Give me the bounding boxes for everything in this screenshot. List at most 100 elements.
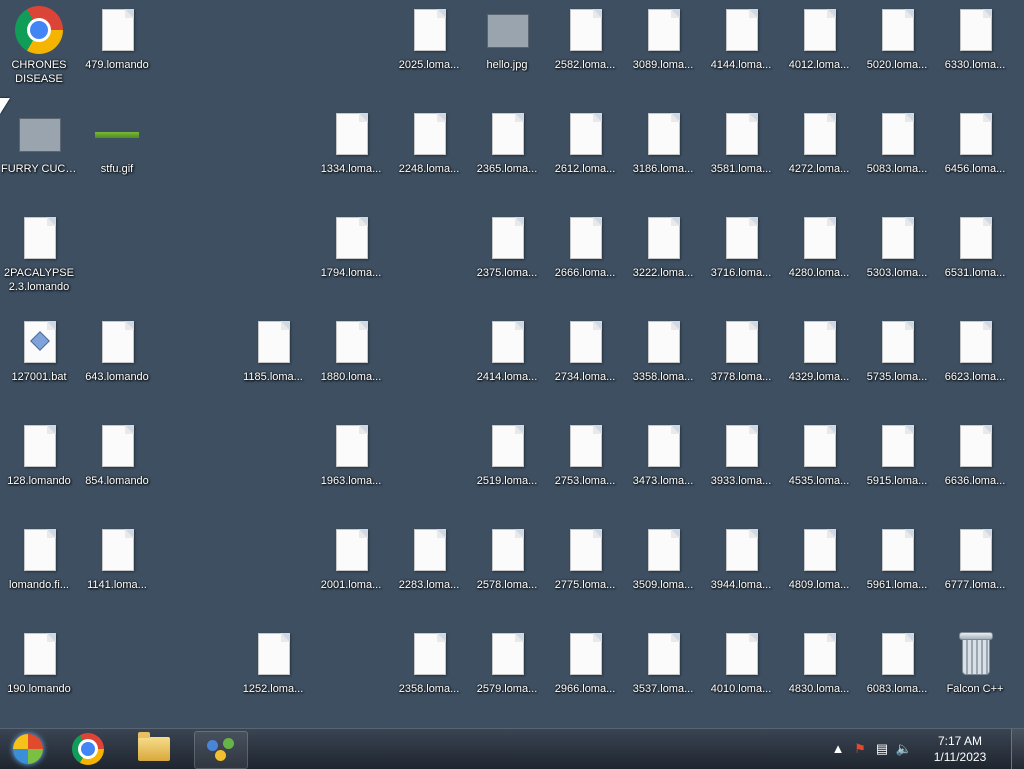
file-4272[interactable]: 4272.loma...: [781, 104, 857, 200]
file-2753[interactable]: 2753.loma...: [547, 416, 623, 512]
file-2666[interactable]: 2666.loma...: [547, 208, 623, 304]
icon-label: 127001.bat: [11, 371, 67, 383]
file-2578[interactable]: 2578.loma...: [469, 520, 545, 616]
desktop[interactable]: CHRONES DISEASE 479.lomando FURRY CUCKS stf…: [0, 0, 1024, 728]
action-center-flag-icon[interactable]: ⚑: [849, 729, 871, 769]
file-3186[interactable]: 3186.loma...: [625, 104, 701, 200]
file-2248[interactable]: 2248.loma...: [391, 104, 467, 200]
file-5735[interactable]: 5735.loma...: [859, 312, 935, 408]
file-3222[interactable]: 3222.loma...: [625, 208, 701, 304]
file-1185[interactable]: 1185.loma...: [235, 312, 311, 408]
document-file-icon: [561, 6, 609, 54]
file-2414[interactable]: 2414.loma...: [469, 312, 545, 408]
file-4012[interactable]: 4012.loma...: [781, 0, 857, 96]
network-icon[interactable]: ▤: [871, 729, 893, 769]
file-4830[interactable]: 4830.loma...: [781, 624, 857, 720]
file-5961[interactable]: 5961.loma...: [859, 520, 935, 616]
file-1141[interactable]: 1141.loma...: [79, 520, 155, 616]
icon-label: 2753.loma...: [554, 475, 616, 487]
hello-jpg[interactable]: hello.jpg: [469, 0, 545, 96]
file-479[interactable]: 479.lomando: [79, 0, 155, 96]
file-2579[interactable]: 2579.loma...: [469, 624, 545, 720]
file-6623[interactable]: 6623.loma...: [937, 312, 1013, 408]
chrome-icon: [72, 733, 104, 765]
file-3944[interactable]: 3944.loma...: [703, 520, 779, 616]
system-tray: ▲ ⚑ ▤ 🔈 7:17 AM 1/11/2023: [827, 729, 1024, 769]
icon-label: 1334.loma...: [320, 163, 382, 175]
file-6083[interactable]: 6083.loma...: [859, 624, 935, 720]
document-file-icon: [795, 110, 843, 158]
file-643[interactable]: 643.lomando: [79, 312, 155, 408]
file-4144[interactable]: 4144.loma...: [703, 0, 779, 96]
file-2pacalypse[interactable]: 2PACALYPSE 2.3.lomando: [1, 208, 77, 304]
file-4280[interactable]: 4280.loma...: [781, 208, 857, 304]
show-hidden-icons-chevron[interactable]: ▲: [827, 729, 849, 769]
document-file-icon: [951, 318, 999, 366]
file-4329[interactable]: 4329.loma...: [781, 312, 857, 408]
file-4010[interactable]: 4010.loma...: [703, 624, 779, 720]
file-3933[interactable]: 3933.loma...: [703, 416, 779, 512]
taskbar-explorer[interactable]: [128, 731, 180, 767]
icon-label: 6330.loma...: [944, 59, 1006, 71]
file-3537[interactable]: 3537.loma...: [625, 624, 701, 720]
file-6330[interactable]: 6330.loma...: [937, 0, 1013, 96]
file-5915[interactable]: 5915.loma...: [859, 416, 935, 512]
file-2001[interactable]: 2001.loma...: [313, 520, 389, 616]
show-desktop-button[interactable]: [1011, 729, 1024, 769]
file-2775[interactable]: 2775.loma...: [547, 520, 623, 616]
file-3509[interactable]: 3509.loma...: [625, 520, 701, 616]
file-2025[interactable]: 2025.loma...: [391, 0, 467, 96]
recycle-bin[interactable]: Falcon C++: [937, 624, 1013, 720]
taskbar-chrome[interactable]: [62, 731, 114, 767]
icon-label: 3581.loma...: [710, 163, 772, 175]
file-1963[interactable]: 1963.loma...: [313, 416, 389, 512]
start-button[interactable]: [2, 731, 54, 767]
file-3581[interactable]: 3581.loma...: [703, 104, 779, 200]
file-854[interactable]: 854.lomando: [79, 416, 155, 512]
file-5303[interactable]: 5303.loma...: [859, 208, 935, 304]
file-2612[interactable]: 2612.loma...: [547, 104, 623, 200]
document-file-icon: [483, 318, 531, 366]
file-2358[interactable]: 2358.loma...: [391, 624, 467, 720]
file-lomando-fi[interactable]: lomando.fi...: [1, 520, 77, 616]
file-2283[interactable]: 2283.loma...: [391, 520, 467, 616]
file-2365[interactable]: 2365.loma...: [469, 104, 545, 200]
file-128[interactable]: 128.lomando: [1, 416, 77, 512]
file-1252[interactable]: 1252.loma...: [235, 624, 311, 720]
file-3716[interactable]: 3716.loma...: [703, 208, 779, 304]
file-6531[interactable]: 6531.loma...: [937, 208, 1013, 304]
file-2966[interactable]: 2966.loma...: [547, 624, 623, 720]
chrome-shortcut[interactable]: CHRONES DISEASE: [1, 0, 77, 96]
file-5083[interactable]: 5083.loma...: [859, 104, 935, 200]
batch-127001[interactable]: 127001.bat: [1, 312, 77, 408]
furry-cucks-image[interactable]: FURRY CUCKS: [1, 104, 77, 200]
file-2582[interactable]: 2582.loma...: [547, 0, 623, 96]
file-4535[interactable]: 4535.loma...: [781, 416, 857, 512]
document-file-icon: [717, 214, 765, 262]
file-2519[interactable]: 2519.loma...: [469, 416, 545, 512]
file-2375[interactable]: 2375.loma...: [469, 208, 545, 304]
file-1794[interactable]: 1794.loma...: [313, 208, 389, 304]
taskbar-network-app[interactable]: [194, 731, 248, 769]
file-6636[interactable]: 6636.loma...: [937, 416, 1013, 512]
file-4809[interactable]: 4809.loma...: [781, 520, 857, 616]
document-file-icon: [717, 422, 765, 470]
file-3473[interactable]: 3473.loma...: [625, 416, 701, 512]
image-thumbnail-icon: [15, 110, 63, 158]
file-6456[interactable]: 6456.loma...: [937, 104, 1013, 200]
file-190[interactable]: 190.lomando: [1, 624, 77, 720]
file-5020[interactable]: 5020.loma...: [859, 0, 935, 96]
file-1334[interactable]: 1334.loma...: [313, 104, 389, 200]
icon-label: 2612.loma...: [554, 163, 616, 175]
volume-icon[interactable]: 🔈: [893, 729, 915, 769]
stfu-gif[interactable]: stfu.gif: [79, 104, 155, 200]
file-2734[interactable]: 2734.loma...: [547, 312, 623, 408]
file-3778[interactable]: 3778.loma...: [703, 312, 779, 408]
file-6777[interactable]: 6777.loma...: [937, 520, 1013, 616]
icon-label: 2775.loma...: [554, 579, 616, 591]
file-3358[interactable]: 3358.loma...: [625, 312, 701, 408]
file-1880[interactable]: 1880.loma...: [313, 312, 389, 408]
file-3089[interactable]: 3089.loma...: [625, 0, 701, 96]
document-file-icon: [717, 526, 765, 574]
clock[interactable]: 7:17 AM 1/11/2023: [915, 733, 1005, 765]
